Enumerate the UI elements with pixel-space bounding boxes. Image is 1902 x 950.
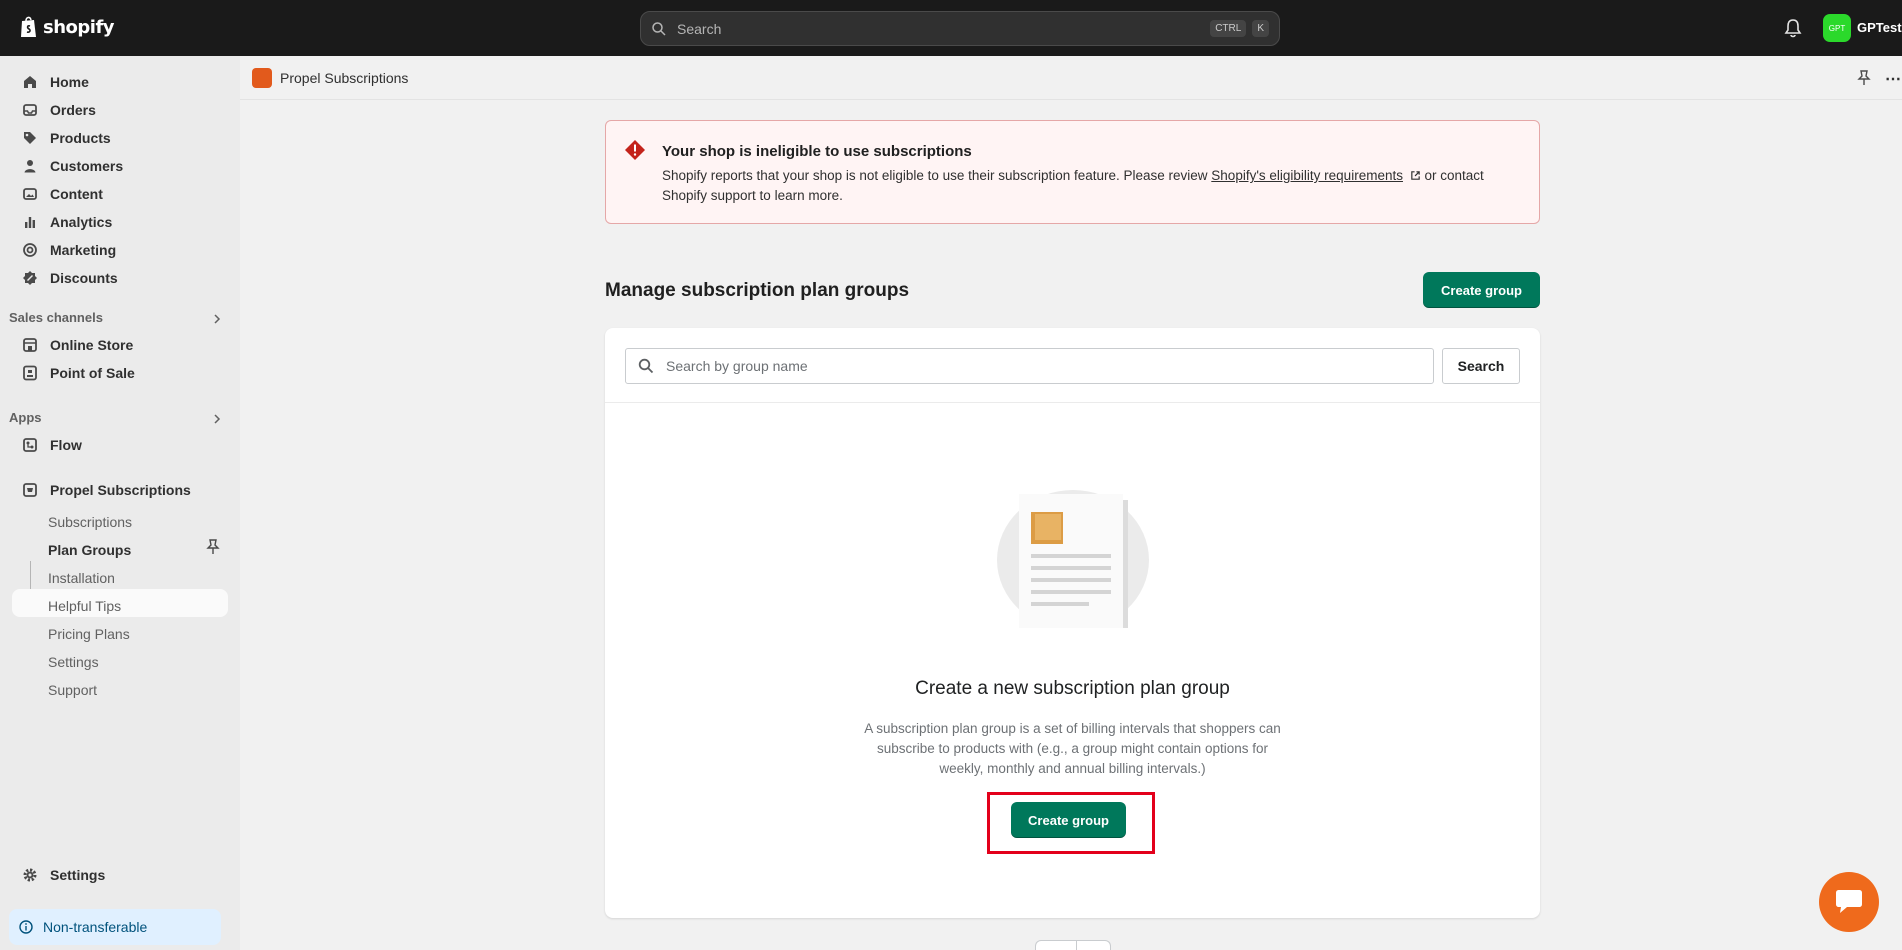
shopify-bag-icon [21,16,36,37]
app-title: Propel Subscriptions [280,70,409,86]
person-icon [24,160,36,173]
sub-item-installation[interactable]: Installation [48,570,115,586]
divider [605,402,1540,403]
store-name[interactable]: GPTest2 [1857,20,1902,35]
nav-discounts[interactable]: Discounts [12,264,228,292]
discount-icon [23,271,37,285]
bar-chart-icon [25,217,35,228]
store-icon [23,338,37,352]
nav-orders[interactable]: Orders [12,96,228,124]
nav-online-store-label: Online Store [50,337,134,353]
nav-settings-label: Settings [50,867,106,883]
more-actions-icon[interactable]: ⋯ [1885,69,1902,89]
empty-state-title: Create a new subscription plan group [915,678,1230,699]
eligibility-link[interactable]: Shopify's eligibility requirements [1211,168,1403,183]
apps-heading[interactable]: Apps [9,410,42,425]
nav-settings[interactable]: Settings [12,861,228,889]
search-icon [638,358,654,374]
nav-point-of-sale[interactable]: Point of Sale [12,359,228,387]
pagination[interactable] [1035,940,1111,950]
shortcut-k: K [1252,20,1269,37]
nav-flow-label: Flow [50,437,82,453]
pin-icon[interactable] [1857,70,1871,86]
shortcut-ctrl: CTRL [1210,20,1247,37]
nav-customers-label: Customers [50,158,124,174]
nav-marketing-label: Marketing [50,242,117,258]
nav-home[interactable]: Home [12,68,228,96]
banner-title: Your shop is ineligible to use subscript… [662,143,972,160]
nav-content-label: Content [50,186,103,202]
nav-marketing[interactable]: Marketing [12,236,228,264]
logo-text: shopify [43,16,115,38]
chat-button[interactable] [1819,872,1879,932]
nav-products[interactable]: Products [12,124,228,152]
sub-item-subscriptions[interactable]: Subscriptions [48,514,132,530]
nav-online-store[interactable]: Online Store [12,331,228,359]
notification-bell-icon[interactable] [1784,18,1802,38]
nav-analytics[interactable]: Analytics [12,208,228,236]
external-link-icon[interactable] [1410,170,1421,181]
nav-customers[interactable]: Customers [12,152,228,180]
nav-products-label: Products [50,130,111,146]
nav-content[interactable]: Content [12,180,228,208]
store-avatar[interactable]: GPT [1823,14,1851,42]
sub-item-support[interactable]: Support [48,682,97,698]
banner-text: Shopify reports that your shop is not el… [662,166,1522,206]
target-icon [23,243,37,257]
global-search[interactable]: Search CTRL K [640,11,1280,46]
chevron-right-icon[interactable] [212,414,222,424]
gear-icon [23,868,37,882]
chevron-right-icon[interactable] [212,314,222,324]
pagination-divider [1076,940,1077,950]
sidebar: Home Orders Products Customers Content A… [0,56,240,950]
non-transferable-label: Non-transferable [43,919,148,935]
group-search-placeholder: Search by group name [666,358,808,374]
nav-pos-label: Point of Sale [50,365,135,381]
app-icon [23,483,37,497]
nav-flow[interactable]: Flow [12,431,228,459]
home-icon [24,76,36,88]
sub-item-pricing-plans[interactable]: Pricing Plans [48,626,130,642]
app-header: Propel Subscriptions ⋯ [240,56,1902,100]
sub-item-helpful-tips[interactable]: Helpful Tips [48,598,121,614]
shopify-logo[interactable]: shopify [19,15,115,39]
search-placeholder: Search [677,20,722,37]
alert-diamond-icon [625,140,645,160]
top-bar: shopify Search CTRL K GPT GPTest2 [0,0,1902,56]
inbox-icon [23,104,37,116]
tag-icon [24,132,36,144]
page-title: Manage subscription plan groups [605,280,910,301]
nav-orders-label: Orders [50,102,96,118]
nav-propel-subscriptions[interactable]: Propel Subscriptions [12,476,228,504]
nav-discounts-label: Discounts [50,270,118,286]
nav-analytics-label: Analytics [50,214,113,230]
flow-icon [23,438,37,452]
search-icon [652,21,666,36]
sales-channels-heading[interactable]: Sales channels [9,310,103,325]
sub-item-plan-groups[interactable]: Plan Groups [48,542,131,558]
info-icon [19,920,33,934]
create-group-button[interactable]: Create group [1423,272,1540,308]
group-search-input[interactable]: Search by group name [625,348,1434,384]
empty-state-description: A subscription plan group is a set of bi… [864,721,1281,776]
empty-document-illustration [997,490,1149,628]
non-transferable-badge[interactable]: Non-transferable [9,909,221,945]
ineligible-banner: Your shop is ineligible to use subscript… [605,120,1540,224]
chat-bubble-icon [1836,890,1862,913]
banner-text-before: Shopify reports that your shop is not el… [662,168,1212,183]
create-group-empty-button[interactable]: Create group [1011,802,1126,838]
propel-app-icon [252,68,272,88]
plan-groups-card: Search by group name Search Create a new… [605,328,1540,918]
search-button[interactable]: Search [1442,348,1520,384]
nav-propel-label: Propel Subscriptions [50,482,191,498]
pin-icon[interactable] [206,539,220,555]
pos-icon [23,365,37,381]
image-icon [23,188,37,200]
sub-item-settings[interactable]: Settings [48,654,99,670]
nav-home-label: Home [50,74,89,90]
main-content: Propel Subscriptions ⋯ Your shop is inel… [240,56,1902,950]
